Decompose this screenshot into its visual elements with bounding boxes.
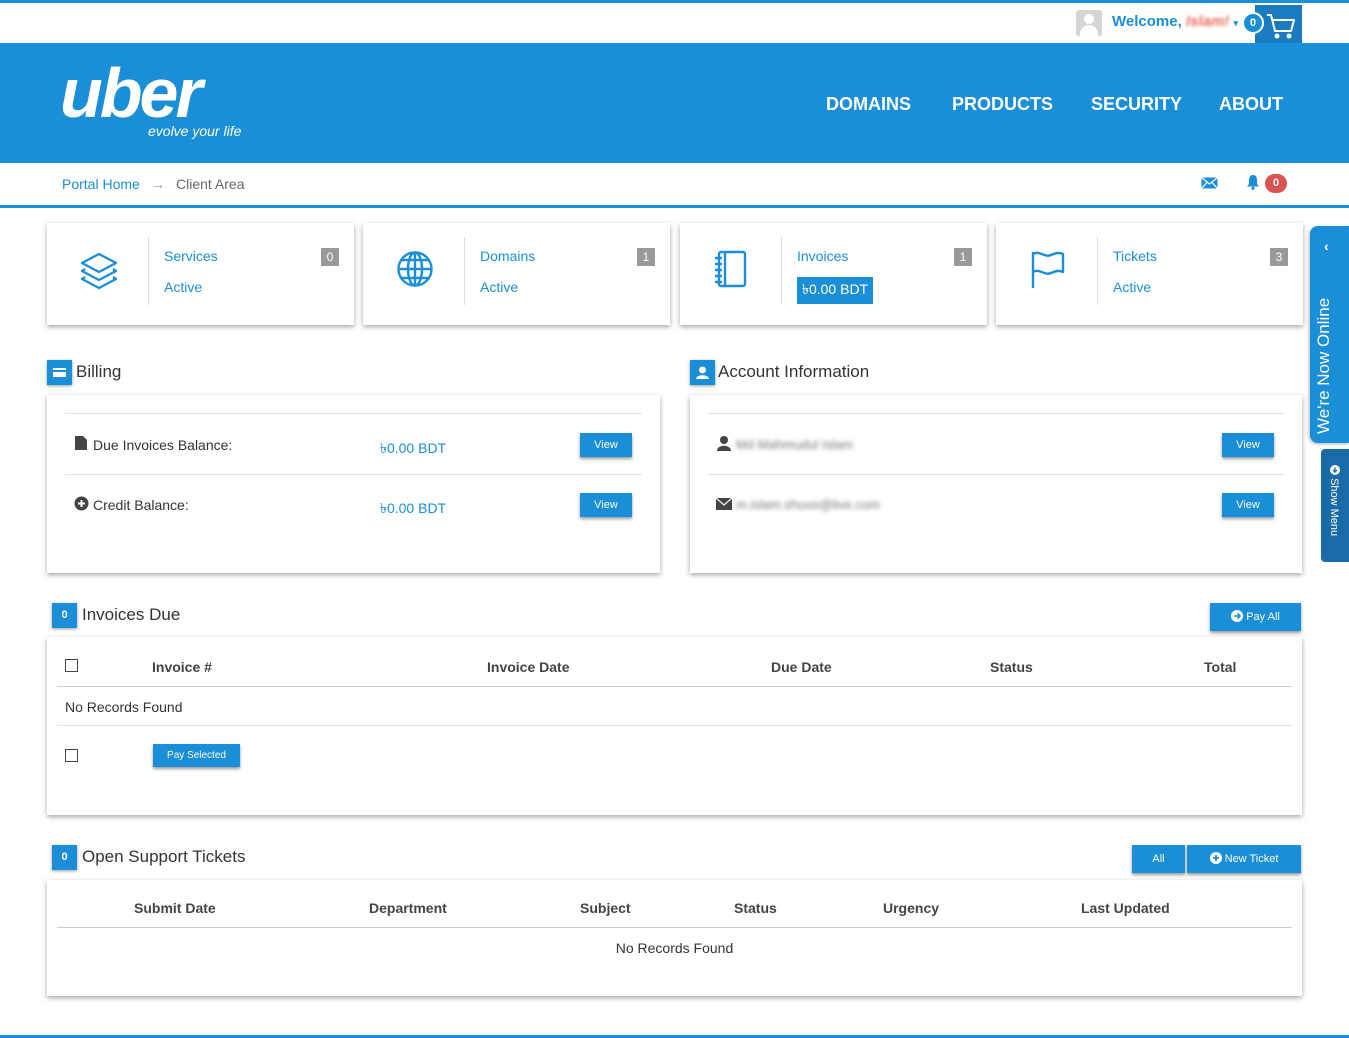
column-header[interactable]: Invoice Date xyxy=(487,659,569,675)
column-header[interactable]: Subject xyxy=(580,900,631,916)
nav-security[interactable]: SECURITY xyxy=(1091,94,1182,115)
invoices-due-title: Invoices Due xyxy=(82,605,181,624)
account-email: m.islam.shuvo@live.com xyxy=(736,497,880,512)
tile-invoices[interactable]: Invoices ৳0.00 BDT 1 xyxy=(680,223,987,325)
envelope-icon xyxy=(716,498,732,510)
tile-count-badge: 3 xyxy=(1270,248,1288,266)
bell-icon[interactable] xyxy=(1246,174,1260,190)
all-tickets-button[interactable]: All xyxy=(1132,845,1185,873)
logo-wordmark: uber xyxy=(60,54,203,132)
tile-count-badge: 1 xyxy=(637,248,655,266)
column-header[interactable]: Due Date xyxy=(771,659,832,675)
tile-label: Domains xyxy=(480,248,536,264)
envelope-icon[interactable] xyxy=(1201,177,1218,189)
view-credit-button[interactable]: View xyxy=(580,493,632,517)
account-name: Md Mahmudul Islam xyxy=(736,437,854,452)
column-header[interactable]: Status xyxy=(734,900,777,916)
chevron-down-icon: ▾ xyxy=(1233,18,1238,28)
show-menu-label: Show Menu xyxy=(1328,465,1340,536)
tile-services[interactable]: Services Active 0 xyxy=(47,223,354,325)
column-header[interactable]: Total xyxy=(1204,659,1236,675)
globe-icon xyxy=(397,251,433,287)
breadcrumb-separator-icon: → xyxy=(151,176,165,192)
tile-sub: Active xyxy=(480,279,519,295)
column-header[interactable]: Invoice # xyxy=(152,659,212,675)
nav-about[interactable]: ABOUT xyxy=(1219,94,1283,115)
tile-amount-highlight: ৳0.00 BDT xyxy=(797,277,874,304)
tile-label: Invoices xyxy=(797,248,849,264)
person-icon xyxy=(717,436,731,451)
tile-tickets[interactable]: Tickets Active 3 xyxy=(996,223,1303,325)
select-checkbox[interactable] xyxy=(65,749,78,762)
flag-icon xyxy=(1031,251,1065,288)
logo-tagline: evolve your life xyxy=(148,123,242,139)
view-email-button[interactable]: View xyxy=(1222,493,1274,517)
show-menu-tab[interactable]: Show Menu xyxy=(1321,449,1349,562)
credit-balance-value: ৳0.00 BDT xyxy=(380,500,447,516)
select-all-checkbox[interactable] xyxy=(65,659,78,672)
tile-label: Services xyxy=(164,248,218,264)
column-header[interactable]: Submit Date xyxy=(134,900,216,916)
new-ticket-label: New Ticket xyxy=(1224,853,1279,865)
arrow-circle-icon xyxy=(1231,610,1244,622)
credit-balance-label: Credit Balance: xyxy=(93,497,189,513)
layers-icon xyxy=(80,252,118,290)
tile-sub: Active xyxy=(1113,279,1152,295)
column-header[interactable]: Urgency xyxy=(883,900,939,916)
arrow-circle-icon xyxy=(1330,465,1340,475)
plus-circle-icon xyxy=(74,496,89,511)
tickets-count-badge: 0 xyxy=(52,845,77,870)
top-bar: Welcome, Islam! ▾ 0 xyxy=(0,3,1349,43)
breadcrumb-home[interactable]: Portal Home xyxy=(62,176,140,192)
column-header[interactable]: Last Updated xyxy=(1081,900,1170,916)
due-invoices-label: Due Invoices Balance: xyxy=(93,437,233,453)
welcome-text: Welcome, xyxy=(1112,13,1182,30)
user-menu[interactable]: Welcome, Islam! ▾ xyxy=(1112,13,1238,30)
nav-domains[interactable]: DOMAINS xyxy=(826,94,911,115)
column-header[interactable]: Status xyxy=(990,659,1033,675)
chevron-left-icon: ‹ xyxy=(1324,238,1329,254)
breadcrumb-current: Client Area xyxy=(176,176,245,192)
invoices-due-panel: Invoice # Invoice Date Due Date Status T… xyxy=(47,637,1302,815)
tile-domains[interactable]: Domains Active 1 xyxy=(363,223,670,325)
no-records-text: No Records Found xyxy=(65,699,183,715)
tile-sub: Active xyxy=(164,279,203,295)
live-chat-tab[interactable]: ‹ We're Now Online xyxy=(1310,226,1349,443)
user-avatar-icon[interactable] xyxy=(1076,10,1102,36)
billing-panel: Due Invoices Balance: ৳0.00 BDT View Cre… xyxy=(47,395,660,573)
tickets-panel: Submit Date Department Subject Status Ur… xyxy=(47,880,1302,996)
tile-count-badge: 1 xyxy=(954,248,972,266)
account-info-title: Account Information xyxy=(718,362,870,381)
notification-count-badge: 0 xyxy=(1265,174,1287,193)
file-icon xyxy=(75,436,87,450)
view-name-button[interactable]: View xyxy=(1222,433,1274,457)
uber-logo[interactable]: uber evolve your life xyxy=(60,54,241,139)
view-due-invoices-button[interactable]: View xyxy=(580,433,632,457)
live-chat-label: We're Now Online xyxy=(1314,297,1333,434)
column-header[interactable]: Department xyxy=(369,900,447,916)
user-icon xyxy=(690,360,715,385)
tickets-title: Open Support Tickets xyxy=(82,847,246,866)
due-invoices-value: ৳0.00 BDT xyxy=(380,440,447,456)
tile-label: Tickets xyxy=(1113,248,1157,264)
new-ticket-button[interactable]: New Ticket xyxy=(1187,845,1301,873)
user-name: Islam! xyxy=(1185,13,1230,30)
credit-card-icon xyxy=(47,360,72,385)
show-menu-text: Show Menu xyxy=(1328,478,1340,537)
no-records-text: No Records Found xyxy=(615,940,734,956)
cart-count-badge: 0 xyxy=(1242,12,1264,34)
tile-count-badge: 0 xyxy=(321,248,339,266)
pay-selected-button[interactable]: Pay Selected xyxy=(153,744,240,767)
nav-products[interactable]: PRODUCTS xyxy=(952,94,1053,115)
account-panel: Md Mahmudul Islam View m.islam.shuvo@liv… xyxy=(690,395,1302,573)
site-header: uber evolve your life DOMAINS PRODUCTS S… xyxy=(0,43,1349,163)
breadcrumb: Portal Home → Client Area 0 xyxy=(0,163,1349,208)
notebook-icon xyxy=(715,250,747,288)
plus-circle-icon xyxy=(1209,852,1222,864)
invoices-due-count-badge: 0 xyxy=(52,603,77,628)
pay-all-button[interactable]: Pay All xyxy=(1210,603,1301,631)
pay-all-label: Pay All xyxy=(1246,611,1280,623)
billing-title: Billing xyxy=(76,362,122,381)
